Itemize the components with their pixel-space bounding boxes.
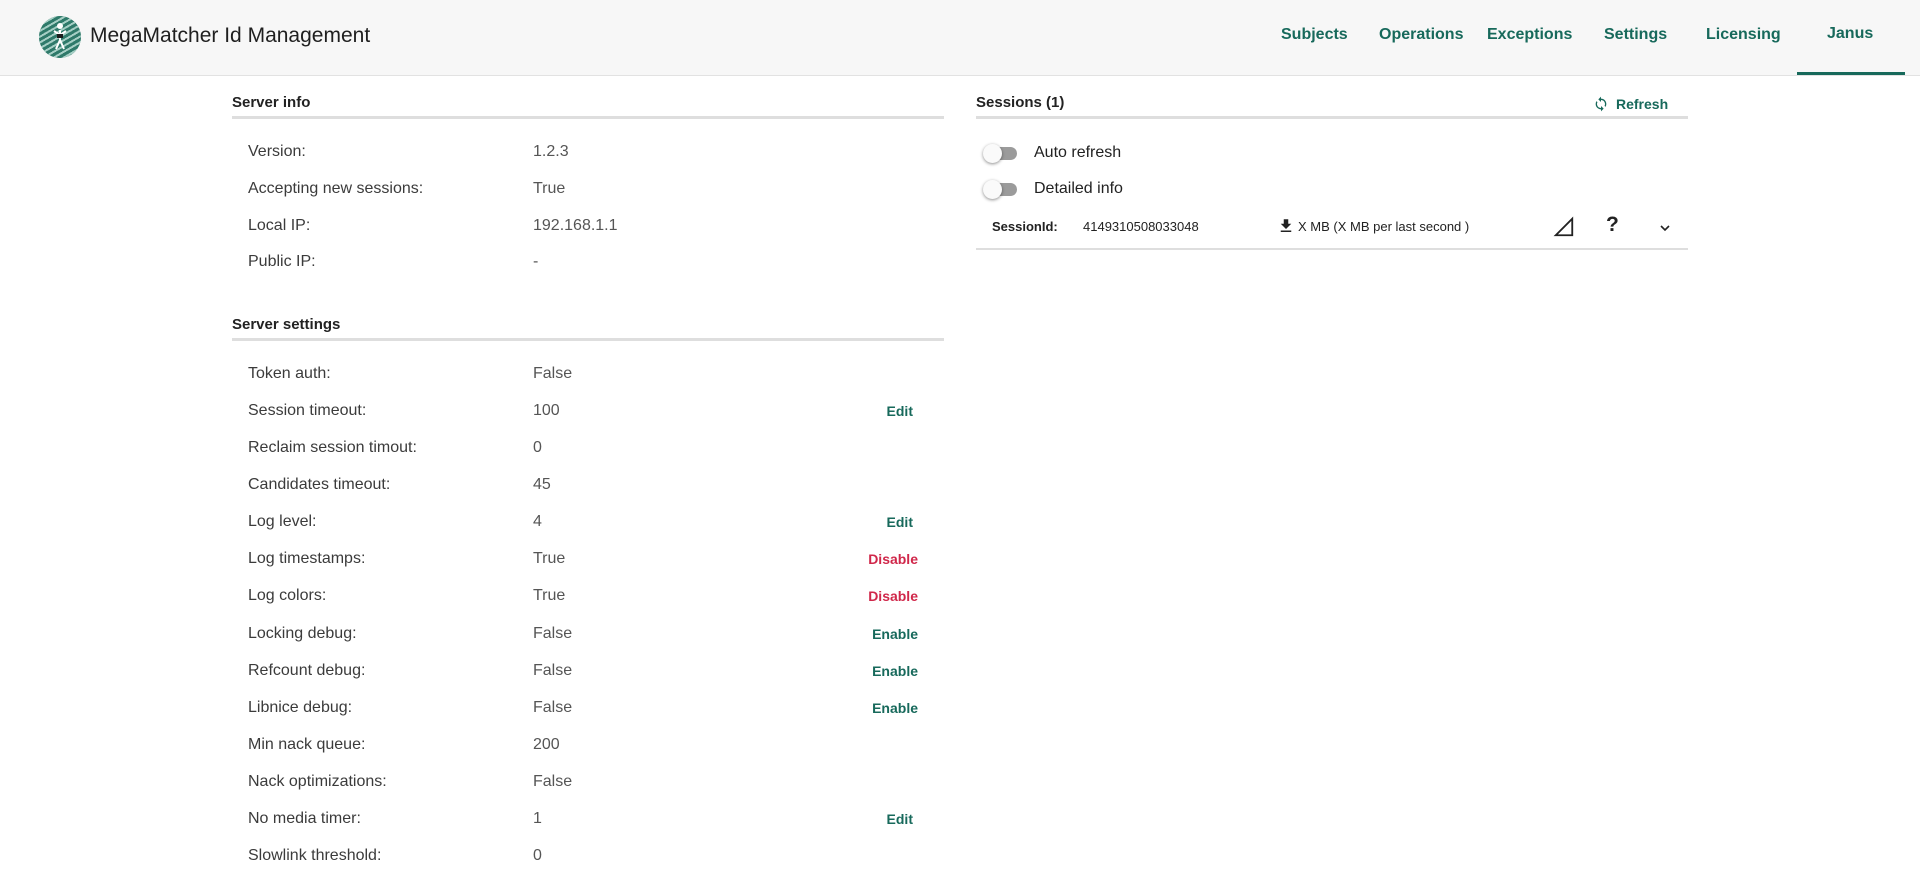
setting-row-nack-optimizations: Nack optimizations: False <box>248 773 918 797</box>
nav-operations[interactable]: Operations <box>1379 26 1463 44</box>
section-divider <box>976 116 1688 119</box>
disable-log-colors-button[interactable]: Disable <box>868 588 918 604</box>
info-row-public-ip: Public IP: - <box>248 253 918 277</box>
nav-active-indicator <box>1797 72 1905 75</box>
setting-value: 200 <box>533 736 560 753</box>
setting-label: Min nack queue: <box>248 736 366 753</box>
nav-exceptions[interactable]: Exceptions <box>1487 26 1572 44</box>
session-id-value: 4149310508033048 <box>1083 219 1199 234</box>
enable-locking-debug-button[interactable]: Enable <box>872 626 918 642</box>
nav-settings[interactable]: Settings <box>1604 26 1667 44</box>
info-label: Version: <box>248 143 306 160</box>
section-divider <box>232 116 944 119</box>
info-row-local-ip: Local IP: 192.168.1.1 <box>248 217 918 241</box>
section-divider <box>232 338 944 341</box>
setting-row-log-colors: Log colors: True Disable <box>248 587 918 611</box>
nav-janus[interactable]: Janus <box>1827 25 1873 43</box>
server-settings-title: Server settings <box>232 316 341 333</box>
edit-log-level-button[interactable]: Edit <box>887 514 913 530</box>
setting-row-candidates-timeout: Candidates timeout: 45 <box>248 476 918 500</box>
setting-label: Reclaim session timout: <box>248 439 417 456</box>
detailed-info-toggle[interactable] <box>983 178 1021 200</box>
setting-row-log-level: Log level: 4 Edit <box>248 513 918 537</box>
setting-label: No media timer: <box>248 810 361 827</box>
setting-value: 1 <box>533 810 542 827</box>
refresh-label: Refresh <box>1616 96 1669 112</box>
nav-subjects[interactable]: Subjects <box>1281 26 1348 44</box>
session-transfer: X MB (X MB per last second ) <box>1277 216 1469 236</box>
app-logo <box>39 16 81 58</box>
setting-value: True <box>533 550 566 567</box>
info-row-accepting-sessions: Accepting new sessions: True <box>248 180 918 204</box>
setting-value: 0 <box>533 439 542 456</box>
setting-row-reclaim-timeout: Reclaim session timout: 0 <box>248 439 918 463</box>
info-value: 1.2.3 <box>533 143 569 160</box>
setting-label: Slowlink threshold: <box>248 847 382 864</box>
setting-value: 4 <box>533 513 542 530</box>
auto-refresh-label: Auto refresh <box>1034 144 1122 161</box>
info-label: Public IP: <box>248 253 316 270</box>
person-figure-icon <box>53 23 67 50</box>
setting-row-locking-debug: Locking debug: False Enable <box>248 625 918 649</box>
enable-refcount-debug-button[interactable]: Enable <box>872 663 918 679</box>
auto-refresh-row: Auto refresh <box>983 141 1121 165</box>
setting-value: 45 <box>533 476 551 493</box>
server-info-title: Server info <box>232 94 311 111</box>
app-title: MegaMatcher Id Management <box>90 24 371 47</box>
info-value: 192.168.1.1 <box>533 217 618 234</box>
setting-row-no-media-timer: No media timer: 1 Edit <box>248 810 918 834</box>
edit-session-timeout-button[interactable]: Edit <box>887 403 913 419</box>
session-row: SessionId: 4149310508033048 X MB (X MB p… <box>976 212 1688 252</box>
setting-row-session-timeout: Session timeout: 100 Edit <box>248 402 918 426</box>
refresh-icon <box>1595 96 1607 112</box>
disable-log-timestamps-button[interactable]: Disable <box>868 551 918 567</box>
setting-label: Token auth: <box>248 365 331 382</box>
setting-row-token-auth: Token auth: False <box>248 365 918 389</box>
setting-label: Nack optimizations: <box>248 773 387 790</box>
setting-value: True <box>533 587 566 604</box>
enable-libnice-debug-button[interactable]: Enable <box>872 700 918 716</box>
chevron-down-icon[interactable] <box>1657 220 1673 236</box>
signal-strength-icon[interactable] <box>1553 216 1575 238</box>
setting-label: Refcount debug: <box>248 662 366 679</box>
info-value: - <box>533 253 539 270</box>
setting-value: False <box>533 699 573 716</box>
sessions-title: Sessions (1) <box>976 94 1065 111</box>
setting-value: False <box>533 625 573 642</box>
edit-no-media-timer-button[interactable]: Edit <box>887 811 913 827</box>
download-icon <box>1280 219 1292 232</box>
setting-label: Candidates timeout: <box>248 476 391 493</box>
setting-label: Log colors: <box>248 587 327 604</box>
setting-value: False <box>533 773 573 790</box>
info-label: Accepting new sessions: <box>248 180 424 197</box>
setting-value: 100 <box>533 402 560 419</box>
setting-value: False <box>533 365 573 382</box>
nav-licensing[interactable]: Licensing <box>1706 26 1781 44</box>
info-label: Local IP: <box>248 217 311 234</box>
top-navigation-bar: MegaMatcher Id Management Subjects Opera… <box>0 0 1920 76</box>
auto-refresh-toggle[interactable] <box>983 142 1021 164</box>
setting-label: Log level: <box>248 513 317 530</box>
setting-row-min-nack-queue: Min nack queue: 200 <box>248 736 918 760</box>
detailed-info-row: Detailed info <box>983 177 1123 201</box>
session-divider <box>976 248 1688 250</box>
setting-value: False <box>533 662 573 679</box>
refresh-button[interactable]: Refresh <box>1593 93 1668 115</box>
setting-label: Session timeout: <box>248 402 367 419</box>
detailed-info-label: Detailed info <box>1034 180 1123 197</box>
session-id-label: SessionId: <box>992 219 1058 234</box>
session-transfer-text: X MB (X MB per last second ) <box>1298 218 1470 234</box>
setting-label: Libnice debug: <box>248 699 353 716</box>
setting-row-refcount-debug: Refcount debug: False Enable <box>248 662 918 686</box>
setting-label: Log timestamps: <box>248 550 366 567</box>
setting-row-log-timestamps: Log timestamps: True Disable <box>248 550 918 574</box>
info-row-version: Version: 1.2.3 <box>248 143 918 167</box>
setting-row-libnice-debug: Libnice debug: False Enable <box>248 699 918 723</box>
help-icon[interactable]: ? <box>1606 213 1619 237</box>
setting-label: Locking debug: <box>248 625 357 642</box>
setting-row-slowlink-threshold: Slowlink threshold: 0 <box>248 847 918 871</box>
setting-value: 0 <box>533 847 542 864</box>
info-value: True <box>533 180 566 197</box>
